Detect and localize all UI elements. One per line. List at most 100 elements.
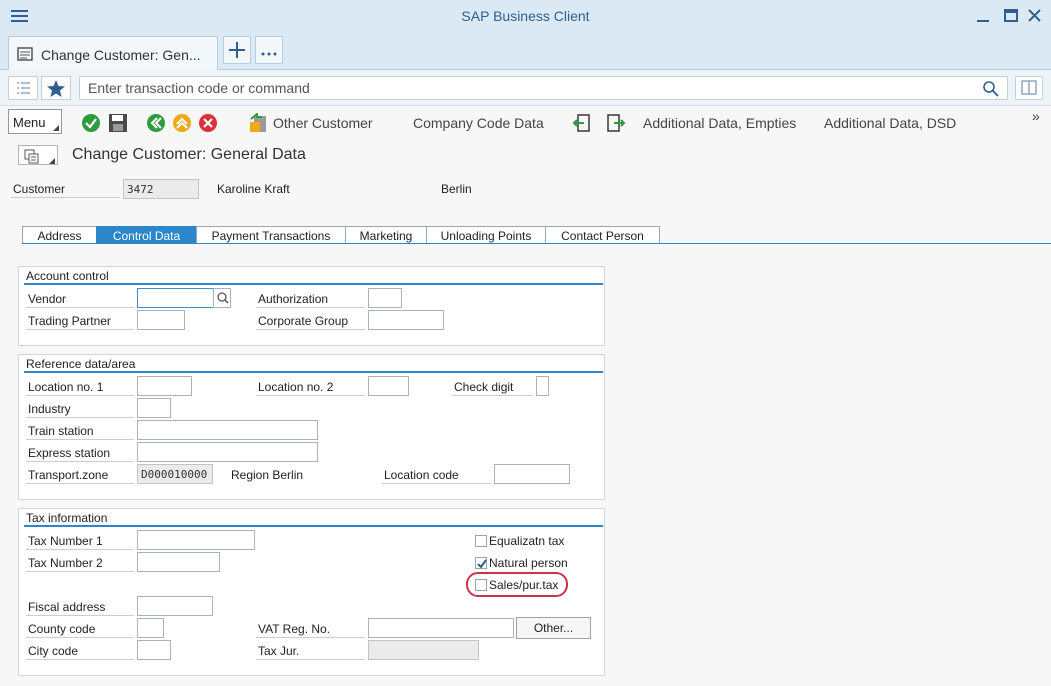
tax-number-1-label: Tax Number 1 <box>28 534 103 548</box>
label-underline <box>26 307 134 308</box>
tax-number-2-input[interactable] <box>137 552 220 572</box>
menu-button-label: Menu <box>13 115 46 130</box>
minimize-icon[interactable] <box>972 6 994 26</box>
location-no-1-input[interactable] <box>137 376 192 396</box>
express-station-input[interactable] <box>137 442 318 462</box>
fiscal-address-input[interactable] <box>137 596 213 616</box>
vat-reg-no-input[interactable] <box>368 618 514 638</box>
toolbar-overflow-button[interactable]: » <box>1032 108 1040 124</box>
title-bar: SAP Business Client <box>0 0 1051 32</box>
label-underline <box>256 637 365 638</box>
confirm-check-icon[interactable] <box>81 113 101 133</box>
new-tab-button[interactable] <box>223 36 251 64</box>
check-digit-label: Check digit <box>454 380 514 394</box>
window-title: SAP Business Client <box>461 8 590 24</box>
label-underline <box>26 549 134 550</box>
label-underline <box>26 637 134 638</box>
previous-page-icon[interactable] <box>572 113 592 133</box>
label-underline <box>256 307 365 308</box>
search-icon[interactable] <box>982 80 1000 98</box>
dropdown-corner-icon <box>49 158 55 164</box>
list-icon <box>17 82 30 94</box>
maximize-icon[interactable] <box>1000 6 1022 26</box>
vendor-search-help-button[interactable] <box>213 288 231 308</box>
corporate-group-input[interactable] <box>368 310 444 330</box>
industry-label: Industry <box>28 402 71 416</box>
active-document-tab[interactable]: Change Customer: Gen... <box>8 36 218 70</box>
corporate-group-label: Corporate Group <box>258 314 349 328</box>
tab-strip: Change Customer: Gen... <box>0 32 1051 70</box>
transport-zone-field[interactable]: D000010000 <box>137 464 213 484</box>
side-panel-icon <box>1021 80 1037 95</box>
screen-options-button[interactable] <box>18 145 58 165</box>
city-code-label: City code <box>28 644 79 658</box>
search-help-icon <box>217 292 229 304</box>
train-station-input[interactable] <box>137 420 318 440</box>
additional-data-empties-button[interactable]: Additional Data, Empties <box>643 115 796 131</box>
region-text: Region Berlin <box>231 468 304 482</box>
back-icon[interactable] <box>146 113 166 133</box>
tab-control-data[interactable]: Control Data <box>96 226 197 244</box>
label-underline <box>256 659 365 660</box>
check-digit-input[interactable] <box>536 376 549 396</box>
other-customer-button[interactable]: Other Customer <box>273 115 373 131</box>
location-no-2-label: Location no. 2 <box>258 380 334 394</box>
dropdown-corner-icon <box>53 125 59 131</box>
label-underline <box>382 483 491 484</box>
more-tabs-button[interactable] <box>255 36 283 64</box>
application-toolbar: Menu Other Customer Company Code Data Ad… <box>0 106 1051 140</box>
label-underline <box>11 197 120 198</box>
customer-name: Karoline Kraft <box>217 182 290 196</box>
customer-city: Berlin <box>441 182 472 196</box>
exit-icon[interactable] <box>172 113 192 133</box>
natural-person-checkbox[interactable] <box>475 557 487 569</box>
vendor-input[interactable] <box>137 288 214 308</box>
tax-jur-field[interactable] <box>368 640 479 660</box>
close-icon[interactable] <box>1024 6 1046 26</box>
menu-button[interactable]: Menu <box>8 109 62 134</box>
highlight-circle <box>466 572 568 597</box>
label-underline <box>26 461 134 462</box>
tab-contact-person[interactable]: Contact Person <box>545 226 660 244</box>
label-underline <box>256 395 365 396</box>
checkmark-icon <box>477 559 487 569</box>
cancel-icon[interactable] <box>198 113 218 133</box>
tax-number-1-input[interactable] <box>137 530 255 550</box>
location-code-input[interactable] <box>494 464 570 484</box>
save-icon[interactable] <box>108 113 128 133</box>
side-panel-button[interactable] <box>1015 76 1043 100</box>
favorites-button[interactable] <box>41 76 71 100</box>
label-underline <box>452 395 533 396</box>
trading-partner-input[interactable] <box>137 310 185 330</box>
label-underline <box>26 395 134 396</box>
authorization-input[interactable] <box>368 288 402 308</box>
location-no-1-label: Location no. 1 <box>28 380 104 394</box>
tab-payment-transactions[interactable]: Payment Transactions <box>196 226 346 244</box>
train-station-label: Train station <box>28 424 94 438</box>
next-page-icon[interactable] <box>606 113 626 133</box>
tab-marketing[interactable]: Marketing <box>345 226 427 244</box>
other-vat-button[interactable]: Other... <box>516 617 591 639</box>
command-input[interactable] <box>79 76 1008 100</box>
document-tab-label: Change Customer: Gen... <box>41 47 201 63</box>
company-code-data-button[interactable]: Company Code Data <box>413 115 544 131</box>
tax-jur-label: Tax Jur. <box>258 644 300 658</box>
customer-number-field[interactable]: 3472 <box>123 179 199 199</box>
label-underline <box>26 615 134 616</box>
tab-unloading-points[interactable]: Unloading Points <box>426 226 546 244</box>
county-code-input[interactable] <box>137 618 164 638</box>
tab-address[interactable]: Address <box>22 226 97 244</box>
vendor-label: Vendor <box>28 292 67 306</box>
document-icon <box>17 47 33 61</box>
list-button[interactable] <box>8 76 38 100</box>
natural-person-label: Natural person <box>489 556 568 570</box>
equalization-tax-checkbox[interactable] <box>475 535 487 547</box>
additional-data-dsd-button[interactable]: Additional Data, DSD <box>824 115 956 131</box>
page-title: Change Customer: General Data <box>72 146 306 163</box>
location-no-2-input[interactable] <box>368 376 409 396</box>
city-code-input[interactable] <box>137 640 171 660</box>
other-customer-icon <box>250 113 266 132</box>
tab-underline <box>22 243 1051 244</box>
industry-input[interactable] <box>137 398 171 418</box>
label-underline <box>26 659 134 660</box>
